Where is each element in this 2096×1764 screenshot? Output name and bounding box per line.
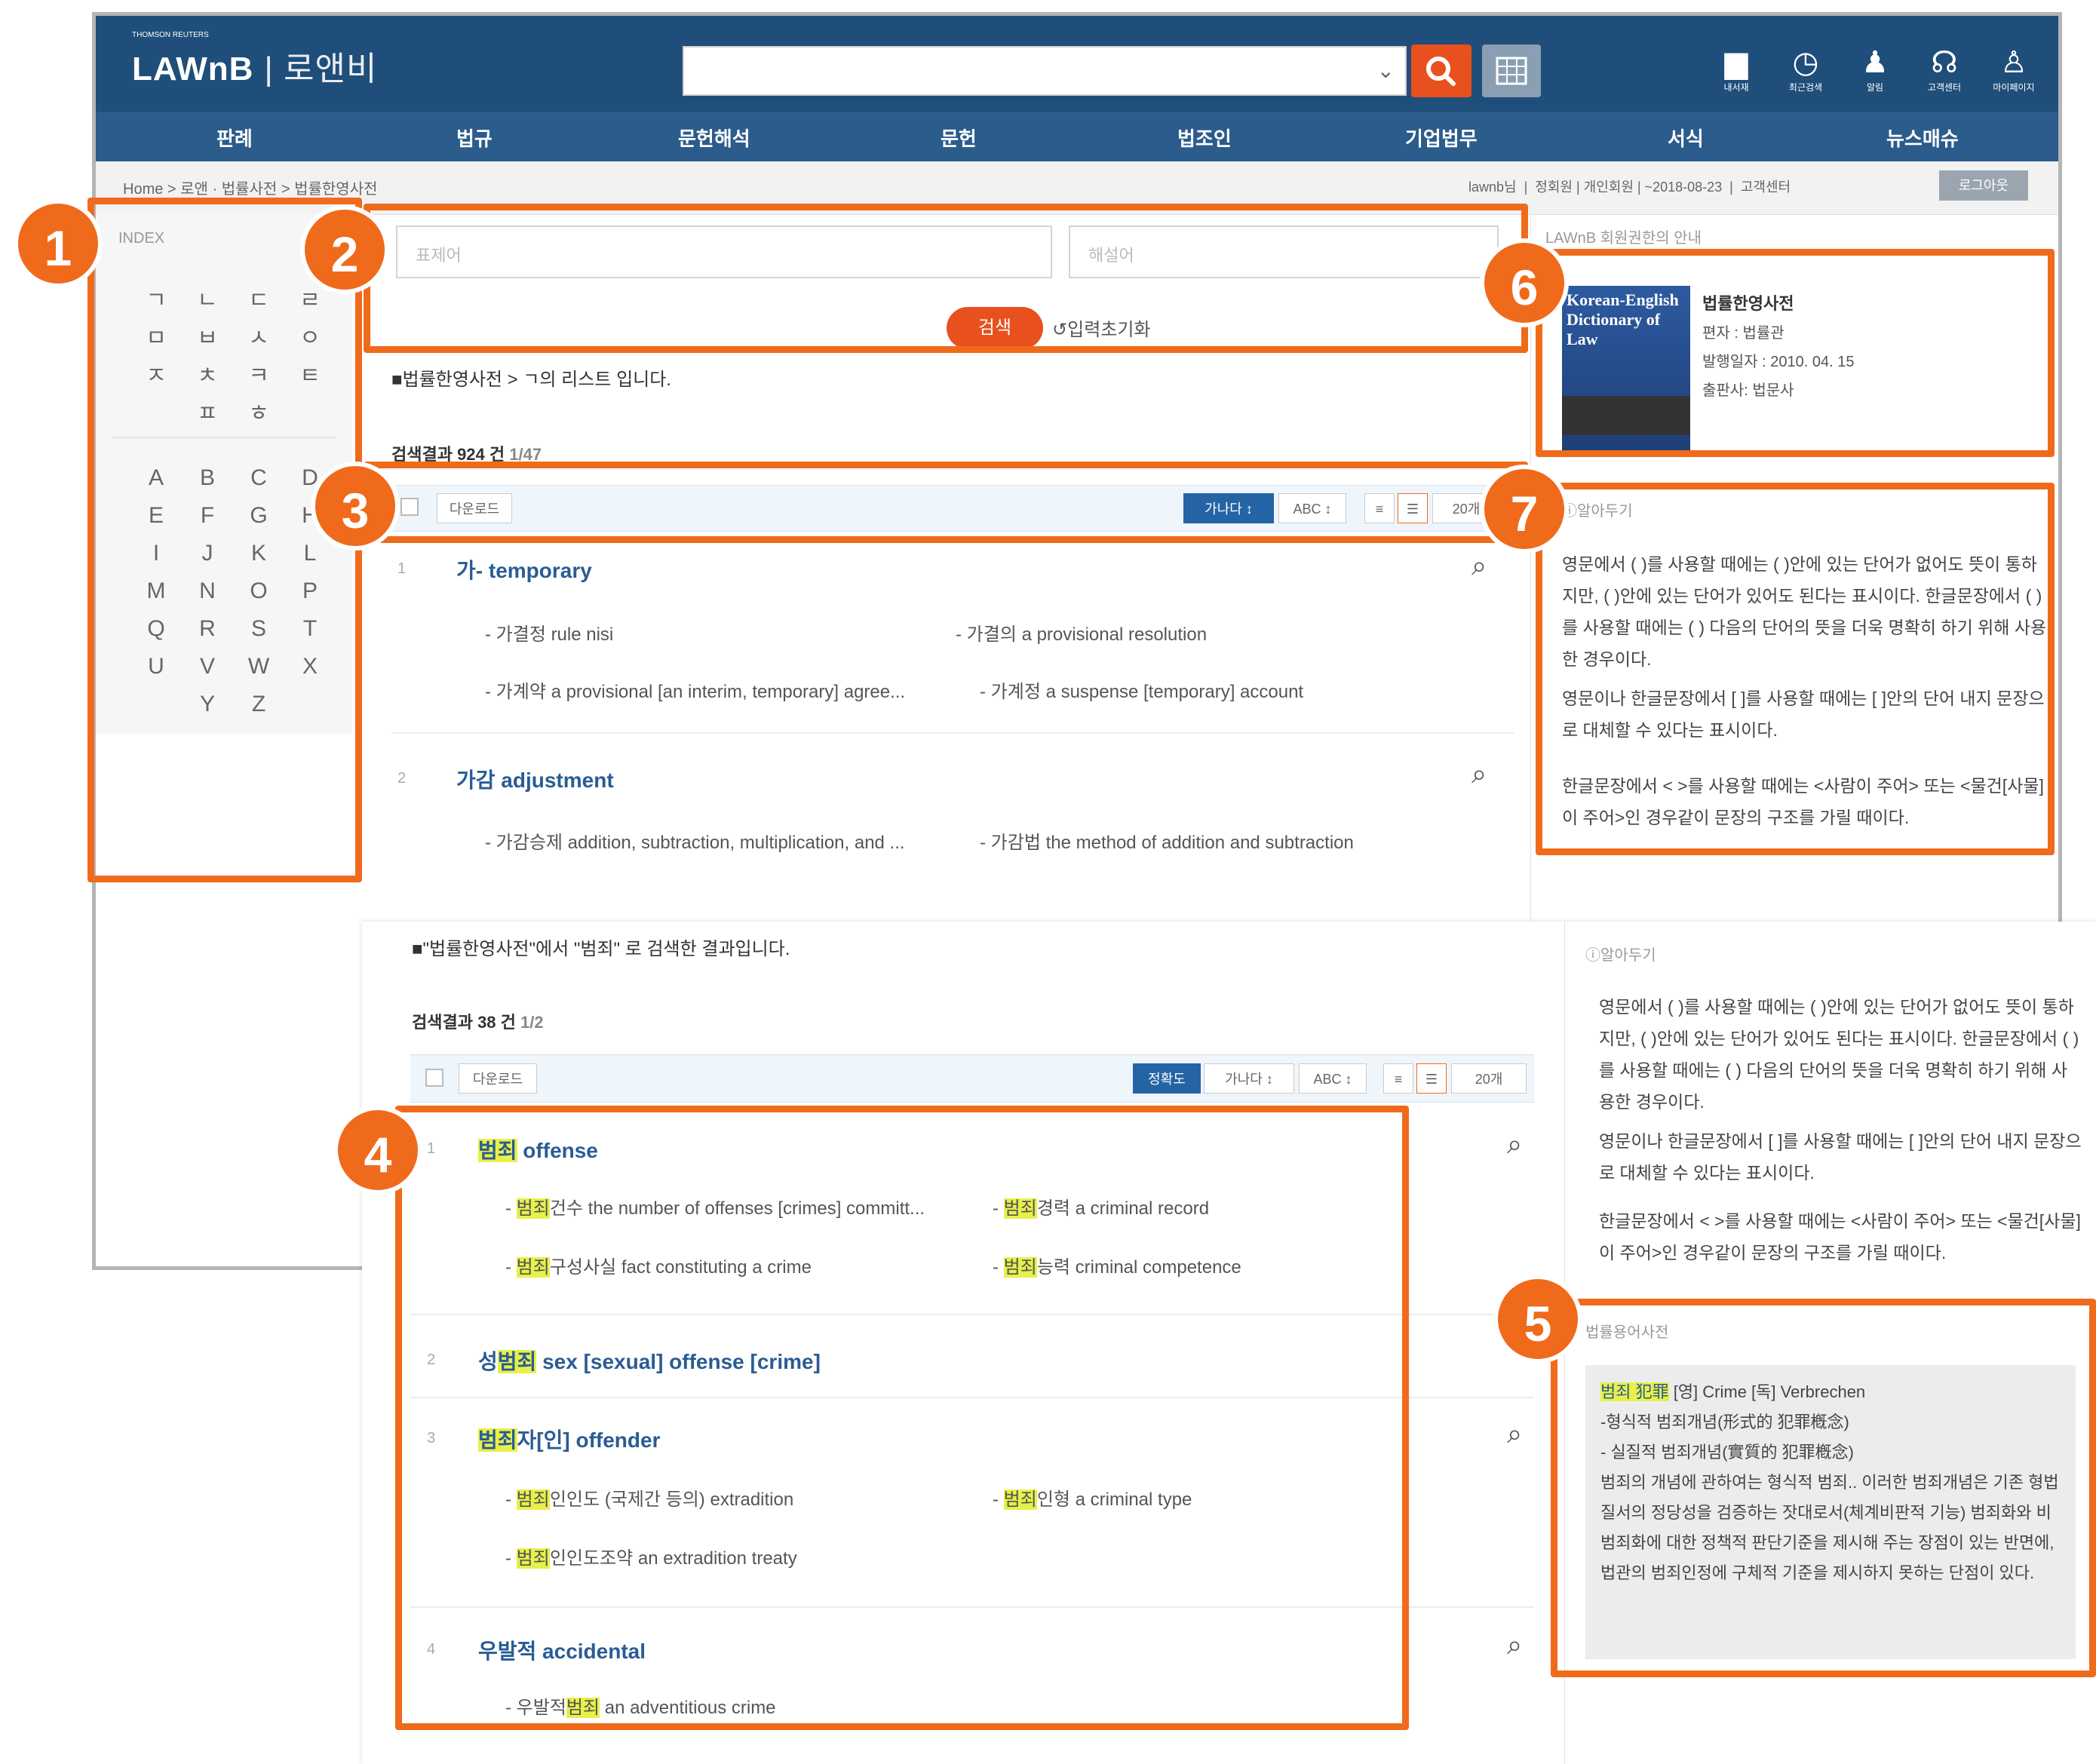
folder-icon[interactable]: ▆ 내서재 bbox=[1710, 46, 1763, 99]
breadcrumb[interactable]: Home > 로앤 · 법률사전 > 법률한영사전 bbox=[123, 176, 378, 198]
grid-icon bbox=[1496, 57, 1527, 85]
header-bar: THOMSON REUTERS LAWnB | 로앤비 ⌄ ▆ 내서재 ◷ 최근검색 … bbox=[96, 16, 2058, 112]
per-page-select[interactable]: 20개 bbox=[1451, 1063, 1527, 1094]
divider bbox=[391, 732, 1514, 734]
nav-item-corporate[interactable]: 기업법무 bbox=[1405, 124, 1478, 152]
callout-badge-5: 5 bbox=[1493, 1275, 1582, 1364]
callout-box-4 bbox=[395, 1106, 1409, 1730]
chevron-down-icon[interactable]: ⌄ bbox=[1377, 58, 1395, 83]
zoom-icon[interactable]: ⌕ bbox=[1471, 758, 1487, 790]
zoom-icon[interactable]: ⌕ bbox=[1507, 1629, 1522, 1661]
entry-term[interactable]: 가감 adjustment bbox=[456, 764, 614, 794]
nav-item-literature[interactable]: 문헌 bbox=[941, 124, 977, 152]
detail-search-button[interactable] bbox=[1482, 44, 1541, 97]
callout-badge-1: 1 bbox=[14, 199, 103, 288]
customer-center-link[interactable]: 고객센터 bbox=[1741, 179, 1791, 195]
memo-paragraph: 한글문장에서 < >를 사용할 때에는 <사람이 주어> 또는 <물건[사물]이… bbox=[1599, 1211, 2081, 1262]
search-pages: 1/2 bbox=[520, 1013, 544, 1032]
memo-title: ⓘ알아두기 bbox=[1585, 947, 1656, 964]
sort-accuracy-button[interactable]: 정확도 bbox=[1133, 1063, 1201, 1094]
headset-icon[interactable]: ☊ 고객센터 bbox=[1918, 46, 1971, 99]
sub-entry[interactable]: - 가결정 rule nisi bbox=[485, 619, 613, 646]
nav-item-interpretation[interactable]: 문헌해석 bbox=[678, 124, 750, 152]
sort-abc-button[interactable]: ABC ↕ bbox=[1299, 1063, 1367, 1094]
entry-term[interactable]: 가- temporary bbox=[456, 554, 592, 584]
memo-paragraph: 영문이나 한글문장에서 [ ]를 사용할 때에는 [ ]안의 단어 내지 문장으… bbox=[1599, 1131, 2082, 1183]
callout-box-6 bbox=[1536, 249, 2055, 457]
list-heading: ■법률한영사전 > ㄱ의 리스트 입니다. bbox=[391, 370, 671, 390]
bell-icon[interactable]: ♟ 알림 bbox=[1849, 46, 1901, 99]
nav-item-statutes[interactable]: 법규 bbox=[456, 124, 493, 152]
search-count: 검색결과 38 건 1/2 bbox=[412, 1009, 544, 1033]
callout-box-5 bbox=[1551, 1299, 2096, 1677]
callout-box-1 bbox=[87, 198, 362, 882]
sub-entry[interactable]: - 가결의 a provisional resolution bbox=[956, 619, 1207, 646]
sub-entry[interactable]: - 가계약 a provisional [an interim, tempora… bbox=[485, 676, 905, 703]
memo-paragraph: 영문에서 ( )를 사용할 때에는 ( )안에 있는 단어가 없어도 뜻이 통하… bbox=[1599, 997, 2079, 1112]
zoom-icon[interactable]: ⌕ bbox=[1507, 1418, 1522, 1450]
search-toolbar: 다운로드 정확도 가나다 ↕ ABC ↕ ≡ ☰ 20개 bbox=[410, 1054, 1534, 1103]
sub-entry[interactable]: - 가감법 the method of addition and subtrac… bbox=[980, 827, 1354, 854]
sub-entry[interactable]: - 가감승제 addition, subtraction, multiplica… bbox=[485, 827, 905, 854]
account-info: lawnb님 | 정회원 | 개인회원 | ~2018-08-23 | 고객센터 bbox=[1468, 179, 1791, 195]
logout-button[interactable]: 로그아웃 bbox=[1939, 170, 2028, 201]
callout-badge-6: 6 bbox=[1480, 238, 1569, 327]
nav-item-news[interactable]: 뉴스매슈 bbox=[1886, 124, 1959, 152]
list-icon: ≡ bbox=[1394, 1072, 1403, 1087]
user-icon[interactable]: ♙ 마이페이지 bbox=[1987, 46, 2040, 99]
select-all-checkbox[interactable] bbox=[425, 1069, 443, 1087]
detail-list-icon: ☰ bbox=[1425, 1072, 1438, 1087]
notice-title[interactable]: LAWnB 회원권한의 안내 bbox=[1545, 225, 1702, 247]
global-search-input[interactable]: ⌄ bbox=[683, 46, 1407, 96]
user-name: lawnb님 bbox=[1468, 179, 1517, 195]
main-nav: 판례 법규 문헌해석 문헌 법조인 기업법무 서식 뉴스매슈 bbox=[96, 112, 2058, 161]
callout-box-2 bbox=[364, 204, 1528, 353]
membership-info: 정회원 | 개인회원 | ~2018-08-23 bbox=[1535, 179, 1723, 195]
callout-badge-4: 4 bbox=[333, 1106, 422, 1195]
search-heading: ■"법률한영사전"에서 "범죄" 로 검색한 결과입니다. bbox=[412, 939, 790, 959]
view-detail-button[interactable]: ☰ bbox=[1416, 1063, 1447, 1094]
nav-item-forms[interactable]: 서식 bbox=[1668, 124, 1704, 152]
search-count-text: 검색결과 38 건 bbox=[412, 1013, 516, 1032]
zoom-icon[interactable]: ⌕ bbox=[1471, 550, 1487, 582]
download-button[interactable]: 다운로드 bbox=[459, 1063, 537, 1094]
callout-badge-2: 2 bbox=[300, 205, 389, 294]
nav-item-lawyers[interactable]: 법조인 bbox=[1177, 124, 1232, 152]
search-button[interactable] bbox=[1411, 44, 1471, 97]
zoom-icon[interactable]: ⌕ bbox=[1507, 1128, 1522, 1161]
callout-badge-7: 7 bbox=[1480, 465, 1569, 554]
callout-box-7 bbox=[1536, 483, 2055, 855]
entry-number: 2 bbox=[397, 770, 407, 787]
view-compact-button[interactable]: ≡ bbox=[1383, 1063, 1413, 1094]
search-icon bbox=[1426, 57, 1456, 86]
history-icon[interactable]: ◷ 최근검색 bbox=[1779, 46, 1832, 99]
callout-box-3 bbox=[364, 462, 1528, 543]
logo[interactable]: THOMSON REUTERS LAWnB | 로앤비 bbox=[132, 31, 378, 90]
nav-item-cases[interactable]: 판례 bbox=[216, 124, 253, 152]
sub-entry[interactable]: - 가계정 a suspense [temporary] account bbox=[980, 676, 1303, 703]
entry-number: 1 bbox=[397, 560, 407, 577]
sort-ganada-button[interactable]: 가나다 ↕ bbox=[1204, 1063, 1294, 1094]
callout-badge-3: 3 bbox=[311, 462, 400, 551]
